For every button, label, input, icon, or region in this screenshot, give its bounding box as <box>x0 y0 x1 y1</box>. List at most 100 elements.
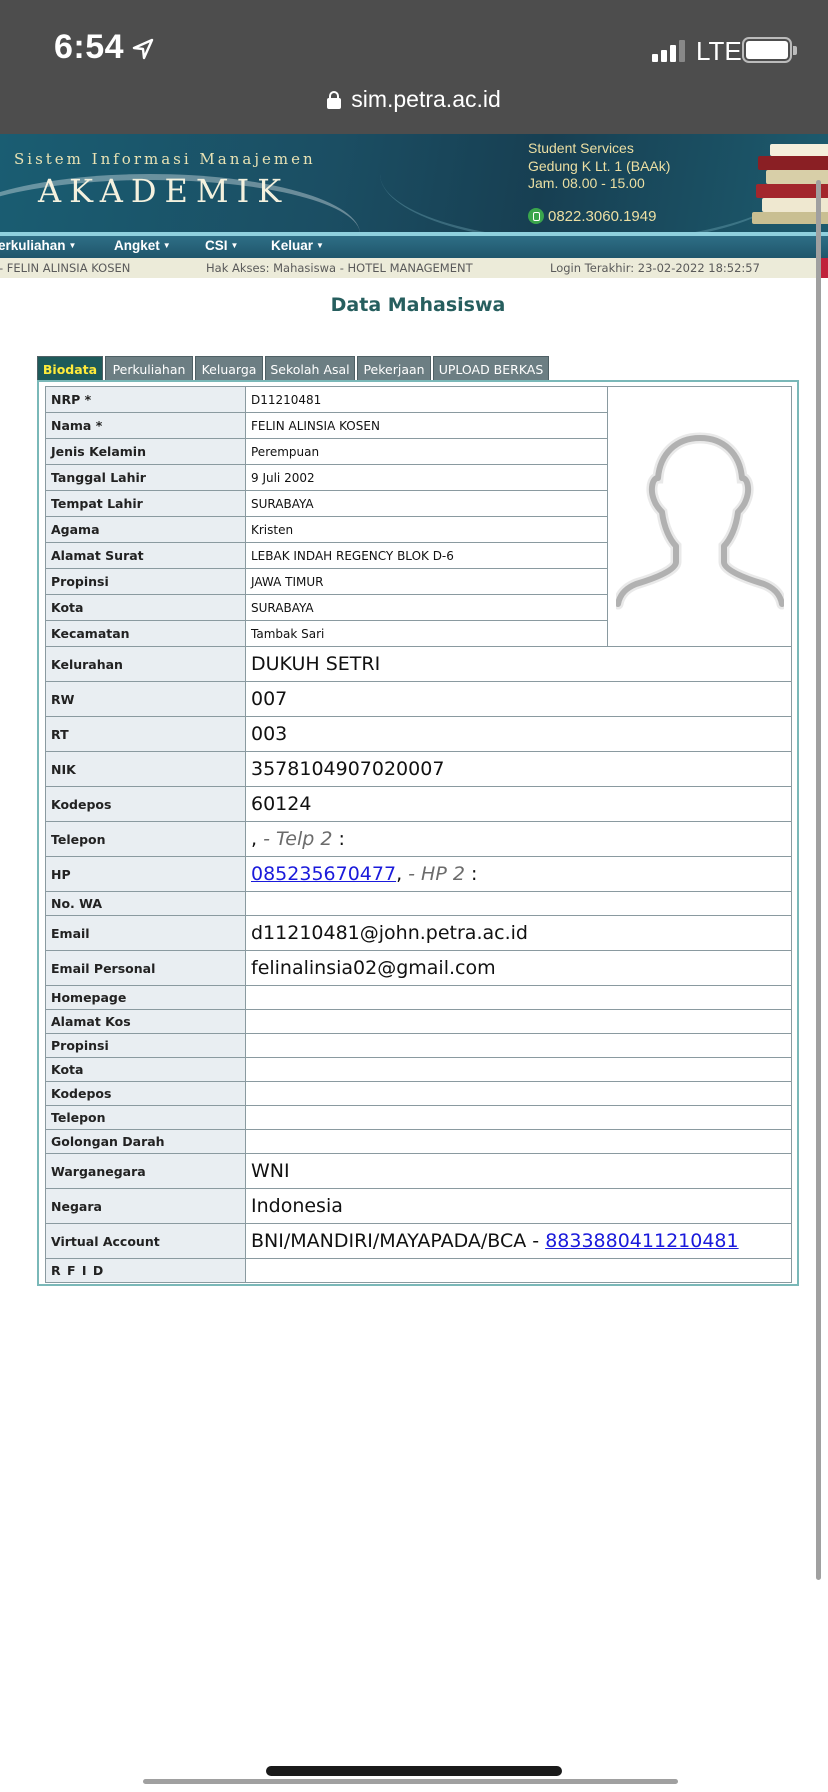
table-row: No. WA <box>45 891 792 916</box>
network-type: LTE <box>696 36 742 66</box>
nav-perkuliahan[interactable]: erkuliahan ▼ <box>0 238 76 253</box>
lock-icon <box>327 91 342 109</box>
kodepos-value: 60124 <box>245 786 792 822</box>
separator: : <box>338 828 345 850</box>
table-row: NIK 3578104907020007 <box>45 751 792 787</box>
location-arrow-icon <box>132 38 154 60</box>
nav-keluar[interactable]: Keluar ▼ <box>271 238 324 253</box>
alamat-kos-value <box>245 1009 792 1034</box>
status-time: 6:54 <box>54 28 125 66</box>
biodata-panel: NRP * D11210481 Nama * FELIN ALINSIA KOS… <box>37 380 799 1286</box>
banner-title: AKADEMIK <box>38 172 290 210</box>
biodata-table: NRP * D11210481 Nama * FELIN ALINSIA KOS… <box>45 386 792 1283</box>
whatsapp-contact[interactable]: 0822.3060.1949 <box>528 208 656 225</box>
kodepos-kos-value <box>245 1081 792 1106</box>
tab-biodata[interactable]: Biodata <box>37 356 103 382</box>
banner-subtitle: Sistem Informasi Manajemen <box>14 150 316 168</box>
table-row: Email d11210481@john.petra.ac.id <box>45 915 792 951</box>
table-row: Warganegara WNI <box>45 1153 792 1189</box>
separator: , <box>396 863 403 885</box>
phone-number: 0822.3060.1949 <box>548 208 657 225</box>
table-row: HP 085235670477, - HP 2 : <box>45 856 792 892</box>
field-label: Tempat Lahir <box>45 490 246 517</box>
rw-value: 007 <box>245 681 792 717</box>
cellular-signal-icon <box>652 40 686 62</box>
session-info-bar: - FELIN ALINSIA KOSEN Hak Akses: Mahasis… <box>0 258 828 278</box>
nav-csi[interactable]: CSI ▼ <box>205 238 238 253</box>
table-row: Kota <box>45 1057 792 1082</box>
field-label: RT <box>45 716 246 752</box>
rt-value: 003 <box>245 716 792 752</box>
info-line: Student Services <box>528 140 634 156</box>
kelurahan-value: DUKUH SETRI <box>245 646 792 682</box>
email-value: d11210481@john.petra.ac.id <box>245 915 792 951</box>
nav-angket[interactable]: Angket ▼ <box>114 238 171 253</box>
table-row: Telepon <box>45 1105 792 1130</box>
vertical-scrollbar[interactable] <box>816 180 821 1580</box>
info-line: Gedung K Lt. 1 (BAAk) <box>528 157 671 174</box>
student-services-info: Student Services Gedung K Lt. 1 (BAAk) J… <box>528 140 670 193</box>
separator: , <box>251 828 258 850</box>
field-label: Homepage <box>45 985 246 1010</box>
kecamatan-value: Tambak Sari <box>245 620 608 647</box>
chevron-down-icon: ▼ <box>316 241 324 250</box>
field-label: Alamat Surat <box>45 542 246 569</box>
tab-keluarga[interactable]: Keluarga <box>195 356 263 382</box>
field-label: Propinsi <box>45 1033 246 1058</box>
site-banner: Sistem Informasi Manajemen AKADEMIK Stud… <box>0 134 828 232</box>
warganegara-value: WNI <box>245 1153 792 1189</box>
field-label: Warganegara <box>45 1153 246 1189</box>
chevron-down-icon: ▼ <box>162 241 171 250</box>
home-indicator[interactable] <box>266 1766 562 1776</box>
field-label: Kelurahan <box>45 646 246 682</box>
table-row: Propinsi <box>45 1033 792 1058</box>
field-label: Virtual Account <box>45 1223 246 1259</box>
field-label: HP <box>45 856 246 892</box>
field-label: Kota <box>45 594 246 621</box>
hp-link[interactable]: 085235670477 <box>251 863 396 885</box>
propinsi-value: JAWA TIMUR <box>245 568 608 595</box>
field-label: NRP * <box>45 386 246 413</box>
table-row: Email Personal felinalinsia02@gmail.com <box>45 950 792 986</box>
access-role: Hak Akses: Mahasiswa - HOTEL MANAGEMENT <box>206 261 473 275</box>
field-label: Agama <box>45 516 246 543</box>
chevron-down-icon: ▼ <box>230 241 239 250</box>
tab-upload-berkas[interactable]: UPLOAD BERKAS <box>433 356 549 382</box>
hp2-label: - HP 2 <box>408 863 465 885</box>
telp2-label: - Telp 2 <box>263 828 333 850</box>
table-row: Kelurahan DUKUH SETRI <box>45 646 792 682</box>
current-user: - FELIN ALINSIA KOSEN <box>0 261 131 275</box>
va-number-link[interactable]: 8833880411210481 <box>545 1230 738 1252</box>
table-row: Telepon , - Telp 2 : <box>45 821 792 857</box>
table-row: Homepage <box>45 985 792 1010</box>
chevron-down-icon: ▼ <box>68 241 77 250</box>
horizontal-scrollbar[interactable] <box>143 1779 678 1784</box>
table-row: Virtual Account BNI/MANDIRI/MAYAPADA/BCA… <box>45 1223 792 1259</box>
tab-pekerjaan[interactable]: Pekerjaan <box>357 356 431 382</box>
url-bar[interactable]: sim.petra.ac.id <box>0 86 828 113</box>
table-row: RT 003 <box>45 716 792 752</box>
negara-value: Indonesia <box>245 1188 792 1224</box>
field-label: No. WA <box>45 891 246 916</box>
info-line: Jam. 08.00 - 15.00 <box>528 175 645 191</box>
field-label: Tanggal Lahir <box>45 464 246 491</box>
email-personal-value: felinalinsia02@gmail.com <box>245 950 792 986</box>
table-row: Golongan Darah <box>45 1129 792 1154</box>
battery-icon <box>742 37 797 63</box>
table-row: Kodepos <box>45 1081 792 1106</box>
field-label: RW <box>45 681 246 717</box>
student-photo <box>607 386 792 647</box>
field-label: Alamat Kos <box>45 1009 246 1034</box>
va-banks: BNI/MANDIRI/MAYAPADA/BCA - <box>251 1230 540 1252</box>
tab-perkuliahan[interactable]: Perkuliahan <box>105 356 193 382</box>
tab-sekolah-asal[interactable]: Sekolah Asal <box>265 356 355 382</box>
nik-value: 3578104907020007 <box>245 751 792 787</box>
table-row: NRP * D11210481 <box>45 386 792 647</box>
nama-value: FELIN ALINSIA KOSEN <box>245 412 608 439</box>
no-wa-value <box>245 891 792 916</box>
table-row: Kodepos 60124 <box>45 786 792 822</box>
field-label: Kota <box>45 1057 246 1082</box>
last-login: Login Terakhir: 23-02-2022 18:52:57 <box>550 261 760 275</box>
nrp-value: D11210481 <box>245 386 608 413</box>
field-label: Jenis Kelamin <box>45 438 246 465</box>
